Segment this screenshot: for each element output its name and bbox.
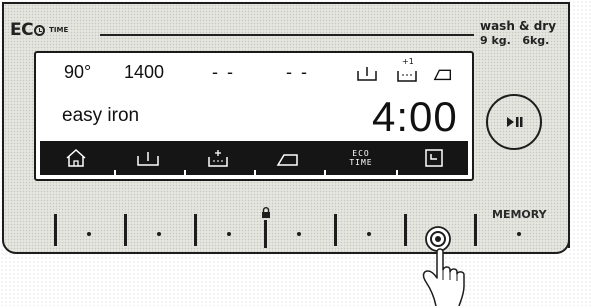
spin-icon	[137, 152, 159, 166]
nav-separator	[324, 170, 326, 176]
touch-button-temperature[interactable]	[87, 232, 91, 236]
touch-button-option-2[interactable]	[297, 232, 301, 236]
panel-right-edge	[568, 30, 570, 248]
eco-time-label: ECO TIME	[349, 149, 373, 167]
nav-separator	[396, 170, 398, 176]
easy-iron-icon	[433, 69, 452, 81]
button-separator	[194, 214, 197, 246]
memory-label: MEMORY	[492, 208, 547, 221]
lock-icon	[262, 207, 270, 218]
touch-button-spin[interactable]	[157, 232, 161, 236]
nav-home[interactable]	[54, 141, 98, 175]
nav-separator	[254, 170, 256, 176]
lcd-display: 90° 1400 - - - - +1 easy iron 4:00 ECO T…	[34, 51, 474, 181]
eco-time-logo: EC TIME	[10, 20, 68, 40]
button-separator	[404, 214, 407, 246]
delay-timer-icon	[425, 149, 443, 167]
clock-icon	[34, 24, 46, 36]
nav-eco-time[interactable]: ECO TIME	[336, 141, 386, 175]
program-nav-bar: ECO TIME	[40, 141, 468, 176]
nav-rinse[interactable]	[196, 141, 240, 175]
home-icon	[66, 148, 86, 167]
button-separator	[334, 214, 337, 246]
button-separator	[124, 214, 127, 246]
option-placeholder-1: - -	[212, 62, 235, 82]
rinse-icon	[208, 150, 228, 167]
remaining-time: 4:00	[372, 93, 458, 140]
brand-eco-text: EC	[10, 20, 34, 40]
play-pause-button[interactable]	[486, 94, 542, 150]
extra-rinse-icon: +1	[397, 57, 417, 82]
header-divider	[100, 34, 474, 36]
temperature-value: 90°	[64, 62, 92, 82]
pointing-hand-icon	[422, 248, 465, 306]
capacity-values: 9 kg. 6kg.	[480, 34, 550, 47]
button-separator	[264, 220, 267, 248]
play-pause-icon	[507, 117, 523, 127]
nav-delay-timer[interactable]	[412, 141, 456, 175]
nav-separator	[114, 170, 116, 176]
brand-time-text: TIME	[49, 26, 69, 34]
memory-button[interactable]	[517, 232, 521, 236]
touch-button-option-3[interactable]	[367, 232, 371, 236]
nav-spin[interactable]	[126, 141, 170, 175]
program-name: easy iron	[62, 105, 140, 126]
wash-dry-title: wash & dry	[480, 19, 557, 33]
touch-button-option-1[interactable]	[227, 232, 231, 236]
option-placeholder-2: - -	[286, 62, 309, 82]
button-separator	[54, 214, 57, 246]
nav-iron[interactable]	[264, 141, 312, 175]
spin-speed-value: 1400	[124, 62, 165, 82]
spin-option-icon	[357, 67, 377, 81]
nav-separator	[184, 170, 186, 176]
extra-rinse-badge: +1	[402, 57, 414, 66]
iron-icon	[276, 154, 298, 166]
